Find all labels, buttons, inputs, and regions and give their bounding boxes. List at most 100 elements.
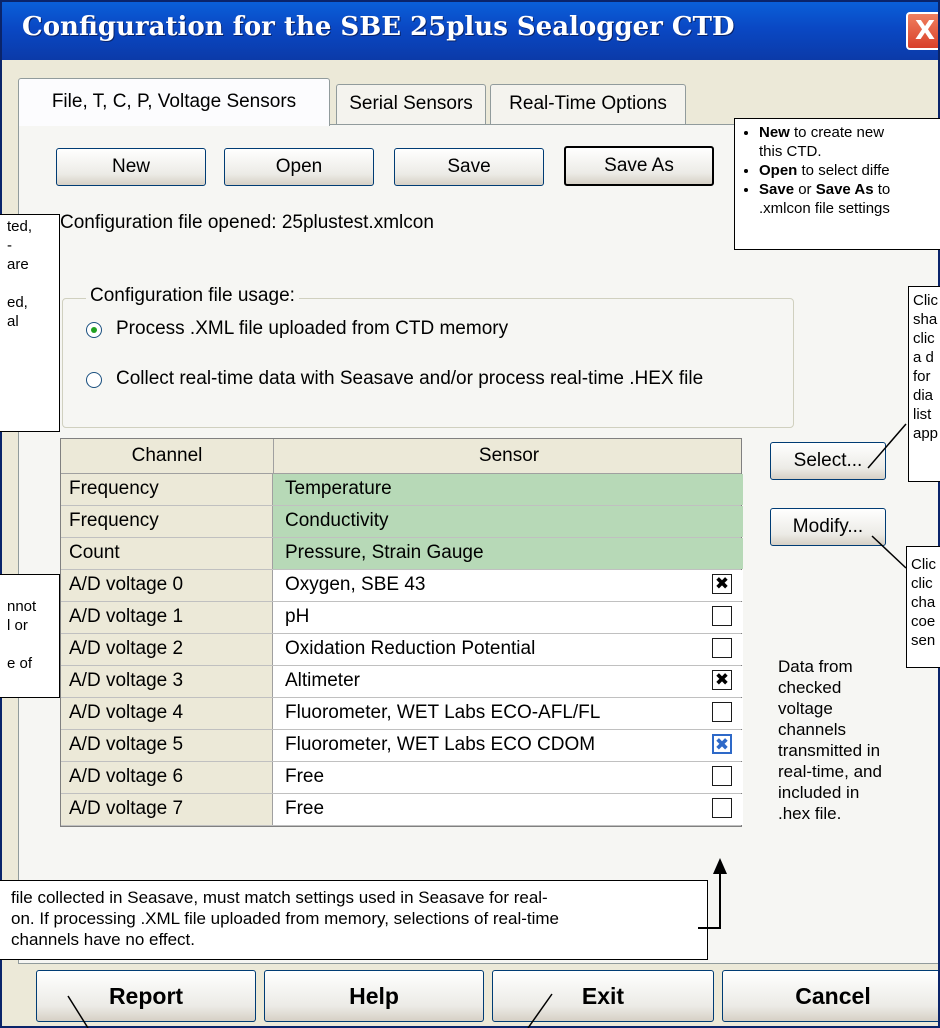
transmit-checkbox[interactable]: ✖ xyxy=(712,574,732,594)
sensor-cell[interactable]: Temperature xyxy=(273,474,743,505)
sensor-cell[interactable]: Pressure, Strain Gauge xyxy=(273,538,743,569)
callout-line: al xyxy=(7,313,19,330)
callout-line: a d xyxy=(913,349,934,366)
side-note-text: Data from checked voltage channels trans… xyxy=(778,656,888,824)
title-bar[interactable]: Configuration for the SBE 25plus Sealogg… xyxy=(2,2,938,60)
channel-cell: A/D voltage 5 xyxy=(61,730,273,761)
table-row[interactable]: A/D voltage 3 Altimeter xyxy=(61,666,743,698)
callout-line: l or xyxy=(7,617,28,634)
table-row[interactable]: Count Pressure, Strain Gauge xyxy=(61,538,743,570)
transmit-checkbox[interactable] xyxy=(712,798,732,818)
channel-cell: A/D voltage 6 xyxy=(61,762,273,793)
table-row[interactable]: A/D voltage 5 Fluorometer, WET Labs ECO C… xyxy=(61,730,743,762)
callout-line: ted, xyxy=(7,218,33,235)
callout-spacer xyxy=(7,274,59,293)
transmit-checkbox[interactable]: ✖ xyxy=(712,734,732,754)
callout-line: ed, xyxy=(7,294,28,311)
table-row[interactable]: A/D voltage 6 Free xyxy=(61,762,743,794)
side-note-line: .hex file. xyxy=(778,804,842,823)
grid-rows: Frequency Temperature Frequency Conductivit… xyxy=(61,474,743,826)
select-button[interactable]: Select... xyxy=(770,442,886,480)
callout-line: Clic xyxy=(913,292,938,309)
report-button[interactable]: Report xyxy=(36,970,256,1022)
sensor-cell[interactable]: Oxygen, SBE 43 xyxy=(273,570,743,601)
callout-text: to create new xyxy=(789,124,885,141)
side-note-line: Data from xyxy=(778,657,853,676)
channel-cell: A/D voltage 7 xyxy=(61,794,273,825)
transmit-checkbox[interactable] xyxy=(712,766,732,786)
sensor-cell[interactable]: Fluorometer, WET Labs ECO CDOM xyxy=(273,730,743,761)
save-as-button[interactable]: Save As xyxy=(564,146,714,186)
bottom-note-callout: file collected in Seasave, must match se… xyxy=(0,880,708,960)
table-row[interactable]: A/D voltage 7 Free xyxy=(61,794,743,826)
radio-collect-realtime-label[interactable]: Collect real-time data with Seasave and/… xyxy=(116,368,703,390)
callout-line: clic xyxy=(913,330,935,347)
channel-cell: A/D voltage 3 xyxy=(61,666,273,697)
open-button[interactable]: Open xyxy=(224,148,374,186)
sensor-cell[interactable]: Free xyxy=(273,794,743,825)
table-row[interactable]: A/D voltage 4 Fluorometer, WET Labs ECO-A… xyxy=(61,698,743,730)
sensor-cell[interactable]: Free xyxy=(273,762,743,793)
sensor-cell[interactable]: Oxidation Reduction Potential xyxy=(273,634,743,665)
callout-line: dia xyxy=(913,387,934,404)
transmit-checkbox[interactable] xyxy=(712,702,732,722)
table-row[interactable]: Frequency Temperature xyxy=(61,474,743,506)
exit-button[interactable]: Exit xyxy=(492,970,714,1022)
callout-line: are xyxy=(7,256,29,273)
callout-line: on. If processing .XML file uploaded fro… xyxy=(11,909,560,928)
channel-column-header: Channel xyxy=(131,445,203,466)
save-button[interactable]: Save xyxy=(394,148,544,186)
side-note-line: real-time, and xyxy=(778,762,882,781)
tab-file-sensors[interactable]: File, T, C, P, Voltage Sensors xyxy=(18,78,330,126)
table-row[interactable]: A/D voltage 2 Oxidation Reduction Potenti… xyxy=(61,634,743,666)
callout-line: clic xyxy=(911,575,933,592)
tab-serial-sensors[interactable]: Serial Sensors xyxy=(336,84,486,124)
side-note-line: transmitted in xyxy=(778,741,881,760)
table-row[interactable]: Frequency Conductivity xyxy=(61,506,743,538)
left-mid-callout: nnot l or e of xyxy=(0,574,60,698)
side-note-line: included in xyxy=(778,783,860,802)
callout-line: cha xyxy=(911,594,936,611)
callout-text: .xmlcon file settings xyxy=(759,200,890,217)
sensor-cell[interactable]: Altimeter xyxy=(273,666,743,697)
usage-group-legend: Configuration file usage: xyxy=(86,285,299,307)
sensor-cell[interactable]: Fluorometer, WET Labs ECO-AFL/FL xyxy=(273,698,743,729)
tab-real-time-options[interactable]: Real-Time Options xyxy=(490,84,686,124)
modify-button[interactable]: Modify... xyxy=(770,508,886,546)
radio-collect-realtime[interactable] xyxy=(86,372,102,388)
grid-header: Channel Sensor xyxy=(61,439,741,474)
callout-text: this CTD. xyxy=(759,143,822,160)
transmit-checkbox[interactable]: ✖ xyxy=(712,670,732,690)
callout-text: or xyxy=(794,181,816,198)
callout-line: - xyxy=(7,237,12,254)
window-title: Configuration for the SBE 25plus Sealogg… xyxy=(22,12,735,42)
table-row[interactable]: A/D voltage 0 Oxygen, SBE 43 xyxy=(61,570,743,602)
channel-cell: A/D voltage 0 xyxy=(61,570,273,601)
callout-line: e of xyxy=(7,655,33,672)
callout-spacer xyxy=(7,635,59,654)
sensor-column-header: Sensor xyxy=(273,439,744,473)
help-button[interactable]: Help xyxy=(264,970,484,1022)
callout-line: Clic xyxy=(911,556,936,573)
file-ops-callout: New to create new this CTD. Open to selec… xyxy=(734,118,940,250)
side-note-line: channels xyxy=(778,720,847,739)
callout-bold: Open xyxy=(759,162,798,179)
table-row[interactable]: A/D voltage 1 pH xyxy=(61,602,743,634)
transmit-checkbox[interactable] xyxy=(712,606,732,626)
sensor-cell[interactable]: Conductivity xyxy=(273,506,743,537)
callout-bold: New xyxy=(759,124,790,141)
close-icon[interactable]: X xyxy=(906,12,938,50)
callout-line: coe xyxy=(911,613,936,630)
cancel-button[interactable]: Cancel xyxy=(722,970,938,1022)
new-button[interactable]: New xyxy=(56,148,206,186)
callout-bold: Save xyxy=(759,181,795,198)
callout-line: list xyxy=(913,406,932,423)
radio-process-xml-label[interactable]: Process .XML file uploaded from CTD memo… xyxy=(116,318,508,340)
callout-line: for xyxy=(913,368,931,385)
radio-process-xml[interactable] xyxy=(86,322,102,338)
transmit-checkbox[interactable] xyxy=(712,638,732,658)
sensor-cell[interactable]: pH xyxy=(273,602,743,633)
callout-text: to xyxy=(873,181,891,198)
side-note-line: voltage xyxy=(778,699,833,718)
modify-tip-callout: Clic clic cha coe sen xyxy=(906,546,940,668)
